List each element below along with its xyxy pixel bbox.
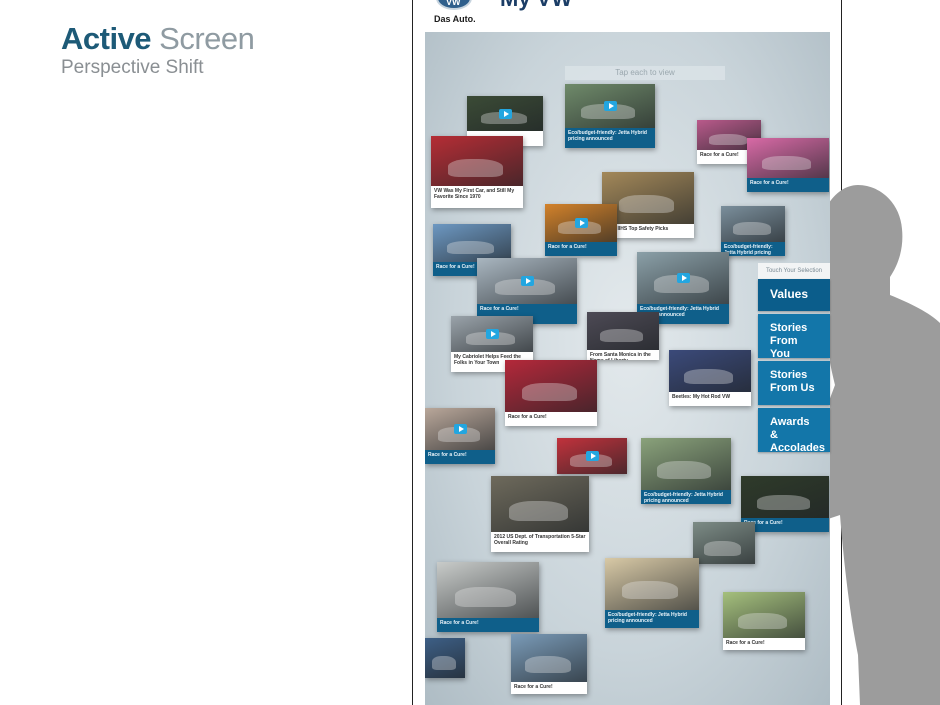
kiosk-frame-left [412, 0, 413, 705]
tile-caption: Beetles: My Hot Rod VW [669, 392, 751, 406]
slide-title-rest: Screen [151, 21, 255, 56]
tile-race-cure-pink-2[interactable]: Race for a Cure! [747, 138, 829, 192]
tile-race-cure-family[interactable]: Race for a Cure! [723, 592, 805, 650]
play-icon[interactable] [521, 276, 534, 286]
tile-jetta-hybrid-3[interactable]: Eco/budget-friendly: Jetta Hybrid pricin… [641, 438, 731, 504]
play-icon[interactable] [586, 451, 599, 461]
slide-heading: Active Screen Perspective Shift [61, 21, 255, 79]
car-shape [600, 329, 643, 342]
car-shape [522, 383, 577, 401]
tile-caption: Race for a Cure! [505, 412, 597, 426]
car-shape [762, 156, 811, 170]
car-shape [622, 581, 678, 599]
tile-race-cure-elder[interactable]: Race for a Cure! [425, 408, 495, 464]
tile-hot-rod-vw[interactable]: Beetles: My Hot Rod VW [669, 350, 751, 406]
car-shape [709, 134, 747, 145]
tile-race-cure-beetle[interactable]: Race for a Cure! [477, 258, 577, 324]
tile-jetta-hybrid-1[interactable]: Eco/budget-friendly: Jetta Hybrid pricin… [565, 84, 655, 148]
brand-tagline: Das Auto. [434, 14, 476, 24]
tile-memory[interactable]: From Santa Monica in the Name of Liberty [587, 312, 659, 360]
slide-title-strong: Active [61, 21, 152, 56]
tile-jetta-hybrid-4[interactable]: Eco/budget-friendly: Jetta Hybrid pricin… [605, 558, 699, 628]
menu-item-stories-from-you[interactable]: Stories From You [758, 314, 830, 360]
play-icon[interactable] [499, 109, 512, 119]
car-shape [619, 195, 674, 213]
play-icon[interactable] [604, 101, 617, 111]
car-shape [525, 656, 571, 673]
menu-item-values[interactable]: Values [758, 279, 830, 311]
slide-title: Active Screen [61, 21, 255, 56]
tile-five-star[interactable]: 2012 US Dept. of Transportation 5-Star O… [491, 476, 589, 552]
wall-hint: Tap each to view [565, 66, 725, 80]
tile-red-beetle-video[interactable] [557, 438, 627, 474]
play-icon[interactable] [486, 329, 499, 339]
car-shape [684, 369, 733, 384]
menu-item-stories-from-us[interactable]: Stories From Us [758, 361, 830, 405]
tile-caption: Eco/budget-friendly: Jetta Hybrid pricin… [565, 128, 655, 148]
tile-caption: Eco/budget-friendly: Jetta Hybrid pricin… [605, 610, 699, 628]
brand-title: My VW [500, 0, 572, 10]
car-shape [657, 461, 711, 479]
car-shape [757, 495, 810, 510]
tile-caption: 2012 US Dept. of Transportation 5-Star O… [491, 532, 589, 552]
tile-caption: Eco/budget-friendly: Jetta Hybrid pricin… [721, 242, 785, 256]
tile-caption: Race for a Cure! [723, 638, 805, 650]
car-shape [448, 159, 503, 177]
car-shape [509, 501, 568, 521]
tile-race-cure-blue[interactable]: Race for a Cure! [511, 634, 587, 694]
tile-first-car[interactable]: VW Was My First Car, and Still My Favori… [431, 136, 523, 208]
car-shape [733, 222, 771, 235]
car-shape [738, 613, 787, 629]
car-shape [447, 241, 494, 254]
tile-caption: Race for a Cure! [747, 178, 829, 192]
play-icon[interactable] [575, 218, 588, 228]
menu-item-awards-accolades[interactable]: Awards & Accolades [758, 408, 830, 454]
tile-race-cure-sunset[interactable]: Race for a Cure! [545, 204, 617, 256]
play-icon[interactable] [677, 273, 690, 283]
tile-caption: Race for a Cure! [425, 450, 495, 464]
tile-race-cure-green[interactable] [693, 522, 755, 564]
tile-race-cure-small[interactable] [425, 638, 465, 678]
vw-logo-icon [436, 0, 472, 10]
tile-caption: From Santa Monica in the Name of Liberty [587, 350, 659, 360]
slide-subtitle: Perspective Shift [61, 57, 204, 78]
selection-menu: Touch Your Selection Values Stories From… [758, 263, 830, 454]
car-shape [704, 541, 741, 556]
tile-caption: Race for a Cure! [545, 242, 617, 256]
tile-race-cure-red-beetle[interactable]: Race for a Cure! [505, 360, 597, 426]
tile-caption: Race for a Cure! [437, 618, 539, 632]
tile-caption: Race for a Cure! [511, 682, 587, 694]
car-shape [432, 656, 456, 670]
tile-caption: Eco/budget-friendly: Jetta Hybrid pricin… [641, 490, 731, 504]
car-shape [455, 587, 516, 607]
tile-race-cure-bus[interactable]: Race for a Cure! [437, 562, 539, 632]
tile-caption: VW Was My First Car, and Still My Favori… [431, 186, 523, 208]
menu-header: Touch Your Selection [758, 263, 830, 279]
tile-race-cure-dealer[interactable]: Eco/budget-friendly: Jetta Hybrid pricin… [721, 206, 785, 256]
play-icon[interactable] [454, 424, 467, 434]
